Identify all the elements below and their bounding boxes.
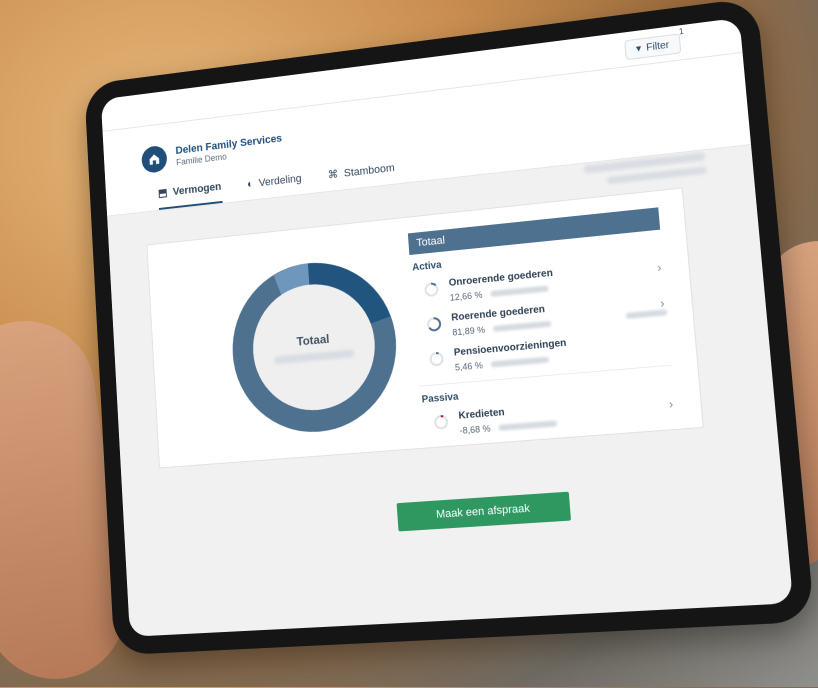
item-masked-amount [492,320,552,332]
asset-icon: ⬒ [157,187,168,200]
chevron-right-icon: › [668,396,674,412]
item-masked-amount [498,420,558,431]
tablet-device: ▾ Filter 1 Delen Family Services Familie… [84,0,815,656]
chevron-right-icon: › [656,260,662,275]
tab-label: Verdeling [258,172,302,189]
donut-chart: Totaal [212,238,419,455]
filter-badge: 1 [678,26,685,37]
summary-panel: Totaal Activa Onroerende goederen 12,66 … [407,207,678,448]
make-appointment-button[interactable]: Maak een afspraak [396,491,572,532]
filter-icon: ▾ [635,42,642,55]
small-donut-icon [428,350,445,367]
small-donut-icon [423,281,440,298]
item-masked-amount [490,356,550,368]
item-percentage: 5,46 % [454,360,484,373]
filter-button[interactable]: ▾ Filter 1 [623,27,684,61]
brand: Delen Family Services Familie Demo [141,131,283,174]
tablet-screen: ▾ Filter 1 Delen Family Services Familie… [100,17,794,637]
item-percentage: 81,89 % [452,324,486,338]
asset-overview-card: Totaal Totaal Activa Onroerende goederen… [146,187,704,469]
filter-button-label: Filter [645,39,670,54]
tablet-scene: ▾ Filter 1 Delen Family Services Familie… [0,0,818,687]
pie-icon: ◐ [246,177,254,190]
tab-label: Stamboom [343,161,396,180]
small-donut-icon [427,317,441,331]
small-donut-icon [433,414,450,431]
item-masked-amount [490,285,549,297]
home-icon[interactable] [141,144,168,174]
item-percentage: 12,66 % [449,289,483,303]
total-title: Totaal [415,234,446,250]
tab-label: Vermogen [172,180,222,198]
tree-icon: ⌘ [327,168,339,182]
item-percentage: -8,68 % [459,423,491,436]
main-content: Totaal Totaal Activa Onroerende goederen… [107,143,793,637]
